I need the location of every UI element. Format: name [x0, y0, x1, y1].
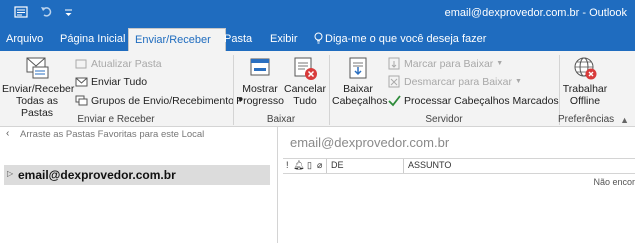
tab-pasta[interactable]: Pasta — [218, 28, 258, 51]
download-headers-label-1: Baixar — [343, 83, 373, 95]
work-offline-button[interactable]: Trabalhar Offline — [562, 55, 608, 107]
customize-quick-access-icon[interactable] — [64, 6, 73, 21]
send-receive-groups-label: Grupos de Envio/Recebimento — [91, 94, 234, 107]
send-all-button[interactable]: Enviar Tudo — [75, 75, 147, 88]
chevron-down-icon: ▼ — [514, 78, 522, 85]
send-receive-all-folders-button[interactable]: Enviar/Receber Todas as Pastas — [2, 55, 75, 119]
expand-arrow-icon[interactable]: ▷ — [7, 169, 13, 178]
column-divider — [326, 159, 327, 173]
tab-pagina-inicial[interactable]: Página Inicial — [54, 28, 131, 51]
show-progress-icon — [247, 55, 273, 81]
collapse-pane-icon[interactable]: ‹ — [6, 128, 9, 139]
reminder-column-icon[interactable]: 🔔︎ — [293, 160, 304, 171]
icon-column-icon[interactable]: ▯ — [307, 160, 312, 171]
show-progress-label-1: Mostrar — [242, 83, 278, 95]
update-folder-icon — [75, 59, 87, 69]
group-label-preferencias: Preferências — [558, 114, 615, 125]
cancel-all-button[interactable]: Cancelar Tudo — [284, 55, 326, 107]
download-headers-label-2: Cabeçalhos — [332, 95, 388, 107]
lightbulb-icon — [314, 32, 323, 44]
send-receive-all-label-1: Enviar/Receber — [2, 83, 75, 95]
tell-me-search[interactable]: Diga-me o que você deseja fazer — [308, 28, 492, 51]
collapse-ribbon-icon[interactable]: ▲ — [620, 115, 629, 125]
message-list-account: email@dexprovedor.com.br — [290, 135, 450, 150]
show-progress-button[interactable]: Mostrar Progresso — [236, 55, 284, 107]
mark-to-download-icon — [388, 57, 400, 70]
column-de[interactable]: DE — [331, 160, 344, 170]
column-divider — [403, 159, 404, 173]
send-receive-icon — [24, 55, 50, 81]
work-offline-label-2: Offline — [569, 95, 601, 107]
empty-list-message: Não encor — [593, 177, 635, 187]
process-headers-icon — [388, 95, 401, 107]
message-list-header: ! 🔔︎ ▯ ⌀ DE ASSUNTO — [283, 158, 635, 174]
work-offline-label-1: Trabalhar — [562, 83, 608, 95]
globe-offline-icon — [572, 55, 598, 81]
column-assunto[interactable]: ASSUNTO — [408, 160, 451, 170]
tell-me-label: Diga-me o que você deseja fazer — [325, 33, 487, 45]
undo-icon[interactable] — [40, 5, 53, 21]
ribbon-tabs: Arquivo Página Inicial Enviar/Receber Pa… — [0, 28, 635, 52]
chevron-down-icon: ▼ — [496, 60, 504, 67]
download-headers-button[interactable]: Baixar Cabeçalhos — [332, 55, 388, 107]
tab-enviar-receber[interactable]: Enviar/Receber — [128, 28, 226, 52]
tab-exibir[interactable]: Exibir — [264, 28, 304, 51]
group-label-baixar: Baixar — [266, 114, 296, 125]
process-marked-headers-button[interactable]: Processar Cabeçalhos Marcados — [388, 94, 559, 107]
group-label-servidor: Servidor — [425, 114, 463, 125]
folder-pane: ‹ Arraste as Pastas Favoritas para este … — [0, 127, 278, 243]
account-name: email@dexprovedor.com.br — [18, 168, 176, 182]
message-list-pane: email@dexprovedor.com.br ! 🔔︎ ▯ ⌀ DE ASS… — [278, 127, 635, 243]
unmark-to-download-icon — [388, 75, 400, 88]
cancel-all-label-2: Tudo — [293, 95, 317, 107]
mark-to-download-label: Marcar para Baixar — [404, 57, 494, 70]
importance-column-icon[interactable]: ! — [286, 160, 289, 170]
download-headers-icon — [345, 55, 371, 81]
process-marked-headers-label: Processar Cabeçalhos Marcados — [404, 94, 559, 107]
send-all-label: Enviar Tudo — [91, 75, 148, 88]
window-title: email@dexprovedor.com.br - Outlook — [444, 7, 627, 19]
group-label-enviar-receber: Enviar e Receber — [77, 114, 155, 125]
tab-arquivo[interactable]: Arquivo — [0, 28, 49, 51]
mark-to-download-button[interactable]: Marcar para Baixar ▼ — [388, 57, 503, 70]
unmark-to-download-button[interactable]: Desmarcar para Baixar ▼ — [388, 75, 522, 88]
send-receive-groups-icon — [75, 95, 88, 106]
ribbon: Enviar/Receber Todas as Pastas Atualizar… — [0, 51, 635, 127]
send-receive-groups-button[interactable]: Grupos de Envio/Recebimento ▼ — [75, 94, 244, 107]
cancel-all-icon — [292, 55, 318, 81]
title-bar: email@dexprovedor.com.br - Outlook — [0, 0, 635, 28]
favorites-hint: Arraste as Pastas Favoritas para este Lo… — [20, 129, 205, 140]
unmark-to-download-label: Desmarcar para Baixar — [404, 75, 512, 88]
account-folder[interactable]: ▷ email@dexprovedor.com.br — [4, 165, 270, 185]
update-folder-button[interactable]: Atualizar Pasta — [75, 57, 162, 70]
attachment-column-icon[interactable]: ⌀ — [317, 160, 322, 171]
update-folder-label: Atualizar Pasta — [91, 57, 162, 70]
show-progress-label-2: Progresso — [236, 95, 284, 107]
send-all-icon — [75, 77, 88, 87]
send-receive-all-icon[interactable] — [14, 5, 28, 22]
cancel-all-label-1: Cancelar — [284, 83, 327, 95]
